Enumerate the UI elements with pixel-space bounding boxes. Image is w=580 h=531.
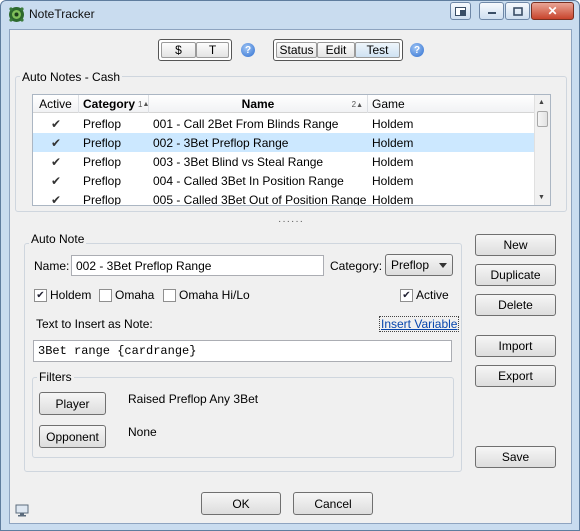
opponent-filter-value: None	[128, 425, 157, 439]
table-row-selected[interactable]: ✔ Preflop 002 - 3Bet Preflop Range Holde…	[33, 133, 535, 152]
row-category: Preflop	[83, 154, 122, 169]
scroll-down-icon[interactable]: ▼	[538, 194, 545, 201]
scroll-thumb[interactable]	[537, 111, 548, 127]
row-game: Holdem	[372, 173, 414, 188]
row-name: 002 - 3Bet Preflop Range	[153, 135, 289, 150]
row-name: 001 - Call 2Bet From Blinds Range	[153, 116, 339, 131]
cancel-button[interactable]: Cancel	[293, 492, 373, 515]
app-window: NoteTracker ✕ $ T ? Status Edit Test ? A	[0, 0, 580, 531]
check-icon: ✔	[402, 290, 411, 301]
note-text-input[interactable]: 3Bet range {cardrange}	[33, 340, 452, 362]
filters-group-title: Filters	[37, 370, 74, 384]
mode-dollar-button[interactable]: $	[161, 42, 196, 58]
row-category: Preflop	[83, 192, 122, 206]
auto-notes-table: Active Category 1 ▲ Name 2▲ Game ✔ Prefl…	[32, 94, 551, 206]
delete-button[interactable]: Delete	[475, 294, 556, 316]
ok-button[interactable]: OK	[201, 492, 281, 515]
table-row[interactable]: ✔ Preflop 001 - Call 2Bet From Blinds Ra…	[33, 114, 535, 133]
scroll-up-icon[interactable]: ▲	[538, 99, 545, 106]
save-button[interactable]: Save	[475, 446, 556, 468]
row-name: 005 - Called 3Bet Out of Position Range	[153, 192, 367, 206]
close-icon: ✕	[547, 4, 558, 18]
opponent-filter-button[interactable]: Opponent	[39, 425, 106, 448]
mode-t-button[interactable]: T	[196, 42, 229, 58]
column-active-label: Active	[39, 97, 72, 111]
maximize-icon	[512, 6, 523, 16]
minimize-icon	[487, 12, 496, 14]
row-category: Preflop	[83, 135, 122, 150]
auto-note-group-title: Auto Note	[29, 232, 87, 246]
export-button[interactable]: Export	[475, 365, 556, 387]
row-game: Holdem	[372, 135, 414, 150]
active-check-icon[interactable]: ✔	[51, 117, 61, 131]
row-name: 004 - Called 3Bet In Position Range	[153, 173, 344, 188]
import-button[interactable]: Import	[475, 335, 556, 357]
column-game-label: Game	[372, 97, 405, 111]
insert-variable-link[interactable]: Insert Variable	[379, 316, 460, 332]
test-button[interactable]: Test	[355, 42, 400, 58]
table-header: Active Category 1 ▲ Name 2▲ Game	[33, 95, 535, 113]
new-button[interactable]: New	[475, 234, 556, 256]
auto-notes-group-title: Auto Notes - Cash	[20, 70, 123, 84]
omaha-checkbox[interactable]	[99, 289, 112, 302]
column-header-category[interactable]: Category 1 ▲	[79, 95, 149, 113]
status-button[interactable]: Status	[276, 42, 317, 58]
help-icon-2[interactable]: ?	[410, 43, 424, 57]
row-category: Preflop	[83, 116, 122, 131]
mode-switch: $ T	[158, 39, 232, 61]
chevron-down-icon	[439, 263, 447, 268]
omaha-label: Omaha	[115, 288, 155, 302]
monitor-icon	[15, 504, 29, 517]
active-check-icon[interactable]: ✔	[51, 193, 61, 206]
table-row[interactable]: ✔ Preflop 003 - 3Bet Blind vs Steal Rang…	[33, 152, 535, 171]
close-button[interactable]: ✕	[531, 2, 574, 20]
active-label: Active	[416, 288, 449, 302]
text-to-insert-label: Text to Insert as Note:	[36, 317, 153, 331]
omaha-hilo-checkbox[interactable]	[163, 289, 176, 302]
table-row[interactable]: ✔ Preflop 004 - Called 3Bet In Position …	[33, 171, 535, 190]
title-bar[interactable]: NoteTracker ✕	[1, 1, 579, 28]
duplicate-button[interactable]: Duplicate	[475, 264, 556, 286]
holdem-label: Holdem	[50, 288, 92, 302]
maximize-button[interactable]	[505, 2, 530, 20]
row-game: Holdem	[372, 116, 414, 131]
sort-ascending-icon-2: ▲	[356, 101, 363, 109]
row-category: Preflop	[83, 173, 122, 188]
category-select[interactable]: Preflop	[385, 254, 453, 276]
column-header-active[interactable]: Active	[33, 95, 79, 113]
column-category-label: Category	[83, 97, 136, 111]
app-logo-icon	[9, 7, 24, 22]
player-filter-value: Raised Preflop Any 3Bet	[128, 392, 259, 406]
active-check-icon[interactable]: ✔	[51, 136, 61, 150]
help-icon[interactable]: ?	[241, 43, 255, 57]
column-header-game[interactable]: Game	[368, 95, 535, 113]
column-header-name[interactable]: Name 2▲	[149, 95, 368, 113]
category-select-value: Preflop	[391, 258, 430, 272]
active-check-icon[interactable]: ✔	[51, 155, 61, 169]
row-game: Holdem	[372, 192, 414, 206]
name-input[interactable]: 002 - 3Bet Preflop Range	[71, 255, 324, 276]
splitter-handle[interactable]: ······	[278, 216, 304, 227]
edit-button[interactable]: Edit	[317, 42, 355, 58]
column-name-label: Name	[241, 97, 275, 111]
player-filter-button[interactable]: Player	[39, 392, 106, 415]
holdem-checkbox[interactable]: ✔	[34, 289, 47, 302]
name-label: Name:	[34, 259, 70, 273]
restore-secondary-button[interactable]	[450, 2, 471, 20]
minimize-button[interactable]	[479, 2, 504, 20]
client-area: $ T ? Status Edit Test ? Auto Notes - Ca…	[9, 29, 572, 524]
table-scrollbar[interactable]: ▲ ▼	[534, 95, 550, 205]
row-game: Holdem	[372, 154, 414, 169]
category-label: Category:	[330, 259, 383, 273]
row-name: 003 - 3Bet Blind vs Steal Range	[153, 154, 324, 169]
view-switch: Status Edit Test	[273, 39, 403, 61]
active-check-icon[interactable]: ✔	[51, 174, 61, 188]
omaha-hilo-label: Omaha Hi/Lo	[179, 288, 250, 302]
window-mini-icon	[455, 6, 466, 16]
check-icon: ✔	[36, 290, 45, 301]
active-checkbox[interactable]: ✔	[400, 289, 413, 302]
window-title: NoteTracker	[29, 7, 95, 21]
table-row[interactable]: ✔ Preflop 005 - Called 3Bet Out of Posit…	[33, 190, 535, 206]
